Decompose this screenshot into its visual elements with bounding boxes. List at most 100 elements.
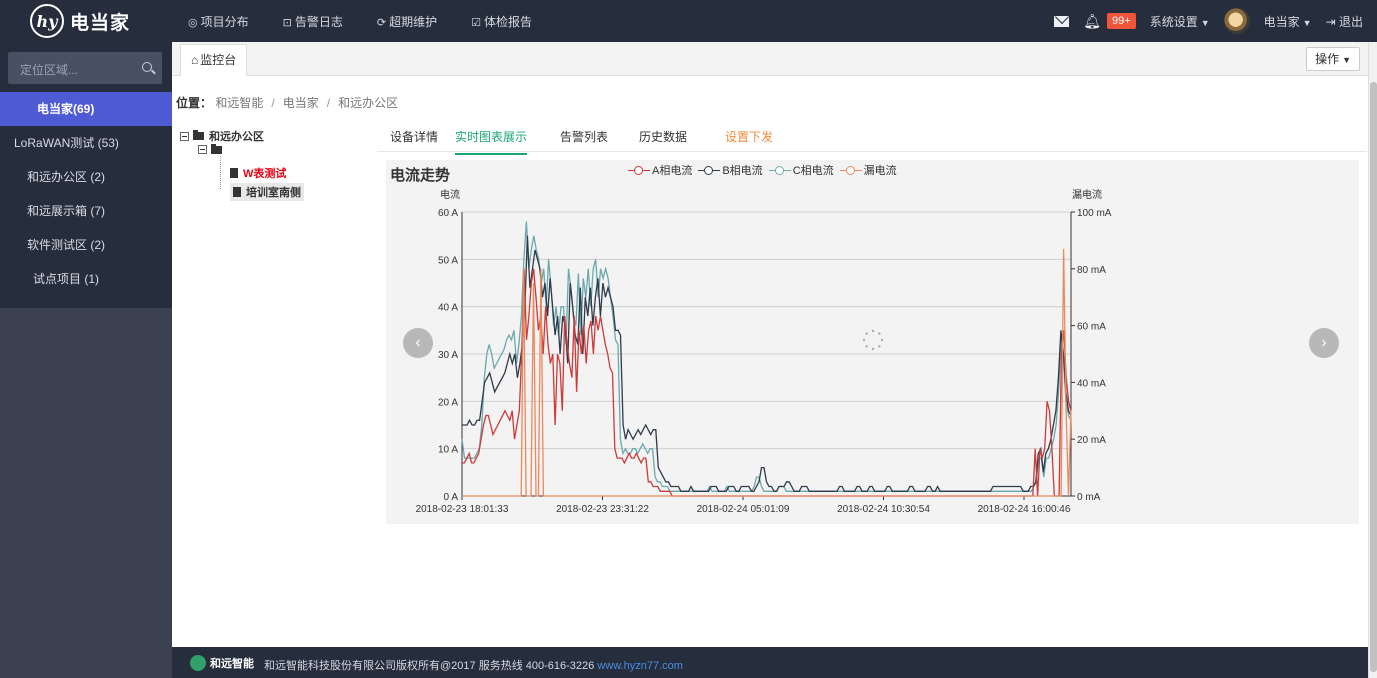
main-content: ⌂ 监控台 操作 ▼ 位置： 和远智能 / 电当家 / 和远办公区 和远办公区 W表测试 培… xyxy=(172,42,1368,647)
map-pin-icon: ◎ xyxy=(188,16,198,29)
tab-bar: ⌂ 监控台 操作 ▼ xyxy=(172,42,1368,76)
breadcrumb-label: 位置： xyxy=(176,96,213,110)
nav-alarm-log[interactable]: ⊡ 告警日志 xyxy=(283,13,343,30)
tree-line xyxy=(220,156,221,189)
tree-subfolder[interactable] xyxy=(198,143,227,154)
y2-tick-label: 100 mA xyxy=(1077,208,1112,219)
operations-button[interactable]: 操作 ▼ xyxy=(1306,47,1360,71)
logout-link[interactable]: ⇥ 退出 xyxy=(1326,13,1363,30)
y2-tick-label: 60 mA xyxy=(1077,322,1106,333)
sidebar: 定位区域... 电当家(69) LoRaWAN测试 (53) 和远办公区 (2)… xyxy=(0,42,172,678)
chart-panel: 电流走势 A相电流 B相电流 C相电流 漏电流 0 A 10 A 20 A 30 A4… xyxy=(386,160,1359,524)
tab-alarm-list[interactable]: 告警列表 xyxy=(560,128,608,145)
user-name: 电当家 xyxy=(1263,14,1300,29)
nav-overdue-maintenance[interactable]: ⟳ 超期维护 xyxy=(377,13,437,30)
tree-leaf-label: W表测试 xyxy=(243,168,287,180)
tree-root-label: 和远办公区 xyxy=(209,131,264,143)
device-tabs: 设备详情 实时图表展示 告警列表 历史数据 设置下发 xyxy=(377,120,1367,155)
logo-text: 电当家 xyxy=(70,12,131,34)
nav-project-distribution[interactable]: ◎ 项目分布 xyxy=(188,13,249,30)
y-tick-label: 40 A xyxy=(438,303,458,314)
checkbox-icon: ☑ xyxy=(471,16,481,29)
sidebar-item-heyuan-showcase[interactable]: 和远展示箱 (7) xyxy=(0,194,172,228)
logo-mark: hy xyxy=(30,4,64,38)
loading-spinner-dot xyxy=(865,345,868,348)
tree-leaf-training-room[interactable]: 培训室南侧 xyxy=(230,183,304,201)
footer-logo-text: 和远智能 xyxy=(210,658,254,670)
collapse-icon[interactable] xyxy=(180,131,189,141)
notification-badge[interactable]: 99+ xyxy=(1107,13,1136,29)
caret-down-icon: ▼ xyxy=(1342,55,1351,65)
tab-settings-dispatch[interactable]: 设置下发 xyxy=(725,128,773,145)
caret-down-icon: ▼ xyxy=(1302,17,1312,28)
y2-tick-label: 80 mA xyxy=(1077,265,1106,276)
nav-label: 告警日志 xyxy=(294,14,343,29)
loading-spinner-dot xyxy=(878,345,881,348)
footer-logo-icon xyxy=(190,655,206,671)
y2-tick-label: 40 mA xyxy=(1077,378,1106,389)
top-right: 🔔︎ 99+ 系统设置 ▼ 电当家 ▼ ⇥ 退出 xyxy=(1054,0,1377,42)
loading-spinner-dot xyxy=(880,338,884,342)
tree-leaf-label: 培训室南侧 xyxy=(246,187,301,199)
logo[interactable]: hy 电当家 xyxy=(30,4,130,38)
nav-label: 项目分布 xyxy=(200,14,249,29)
x-tick-label: 2018-02-24 10:30:54 xyxy=(837,504,930,515)
breadcrumb: 位置： 和远智能 / 电当家 / 和远办公区 xyxy=(176,94,398,111)
x-tick-label: 2018-02-24 05:01:09 xyxy=(697,504,790,515)
logout-label: 退出 xyxy=(1338,14,1363,29)
loading-spinner-dot xyxy=(865,332,868,335)
nav-checkup-report[interactable]: ☑ 体检报告 xyxy=(471,13,532,30)
search-icon[interactable] xyxy=(142,62,152,72)
caret-down-icon: ▼ xyxy=(1200,17,1210,28)
y-tick-label: 30 A xyxy=(438,350,458,361)
nav-label: 超期维护 xyxy=(389,14,438,29)
x-tick-label: 2018-02-23 23:31:22 xyxy=(556,504,649,515)
system-settings-menu[interactable]: 系统设置 ▼ xyxy=(1150,13,1210,30)
sidebar-item-diandangjia[interactable]: 电当家(69) xyxy=(0,92,172,126)
y2-tick-label: 0 mA xyxy=(1077,492,1101,503)
y-axis-title: 电流 xyxy=(440,188,460,201)
operations-label: 操作 xyxy=(1315,52,1340,66)
x-tick-label: 2018-02-24 16:00:46 xyxy=(978,504,1071,515)
footer-logo: 和远智能 xyxy=(190,655,254,671)
tab-monitor[interactable]: ⌂ 监控台 xyxy=(180,44,248,76)
folder-icon xyxy=(211,143,222,154)
tree-leaf-w[interactable]: W表测试 xyxy=(230,165,286,181)
top-nav: ◎ 项目分布 ⊡ 告警日志 ⟳ 超期维护 ☑ 体检报告 xyxy=(188,0,566,42)
sidebar-item-lorawan[interactable]: LoRaWAN测试 (53) xyxy=(0,126,172,160)
search-input[interactable]: 定位区域... xyxy=(8,52,162,84)
next-arrow-button[interactable]: › xyxy=(1309,328,1339,358)
sidebar-item-software-test[interactable]: 软件测试区 (2) xyxy=(0,228,172,262)
area-list: 电当家(69) LoRaWAN测试 (53) 和远办公区 (2) 和远展示箱 (… xyxy=(0,92,172,296)
tab-realtime-chart[interactable]: 实时图表展示 xyxy=(455,128,528,155)
avatar[interactable] xyxy=(1223,8,1250,34)
loading-spinner-dot xyxy=(878,332,881,335)
sidebar-item-pilot-project[interactable]: 试点项目 (1) xyxy=(0,262,172,296)
top-bar: hy 电当家 ◎ 项目分布 ⊡ 告警日志 ⟳ 超期维护 ☑ 体检报告 🔔︎ 99+ 系统… xyxy=(0,0,1377,42)
tab-device-detail[interactable]: 设备详情 xyxy=(390,128,438,145)
sidebar-item-heyuan-office[interactable]: 和远办公区 (2) xyxy=(0,160,172,194)
tree-root[interactable]: 和远办公区 xyxy=(180,128,264,144)
logout-icon: ⇥ xyxy=(1325,14,1339,29)
loading-spinner-dot xyxy=(871,329,875,333)
folder-icon xyxy=(193,130,204,140)
file-icon xyxy=(233,187,241,197)
prev-arrow-button[interactable]: ‹ xyxy=(403,328,433,358)
tab-history-data[interactable]: 历史数据 xyxy=(639,128,687,145)
current-trend-chart[interactable]: 0 A 10 A 20 A 30 A 40 A 50 A 60 A 0 mA 20 mA 40 m… xyxy=(386,160,1359,524)
collapse-icon[interactable] xyxy=(198,145,207,154)
breadcrumb-item[interactable]: 和远智能 xyxy=(215,96,263,110)
home-icon: ⌂ xyxy=(191,53,199,67)
user-menu[interactable]: 电当家 ▼ xyxy=(1264,13,1312,30)
y-tick-label: 50 A xyxy=(438,255,458,266)
mail-icon[interactable] xyxy=(1054,15,1070,27)
breadcrumb-item[interactable]: 电当家 xyxy=(283,96,319,110)
footer-link[interactable]: www.hyzn77.com xyxy=(597,660,683,672)
breadcrumb-item[interactable]: 和远办公区 xyxy=(338,96,398,110)
bell-icon[interactable]: 🔔︎ xyxy=(1083,13,1101,30)
page-scrollbar[interactable] xyxy=(1368,42,1377,678)
breadcrumb-separator: / xyxy=(326,96,331,110)
refresh-icon: ⟳ xyxy=(376,16,387,29)
scrollbar-thumb[interactable] xyxy=(1370,82,1377,672)
y-tick-label: 0 A xyxy=(444,492,459,503)
